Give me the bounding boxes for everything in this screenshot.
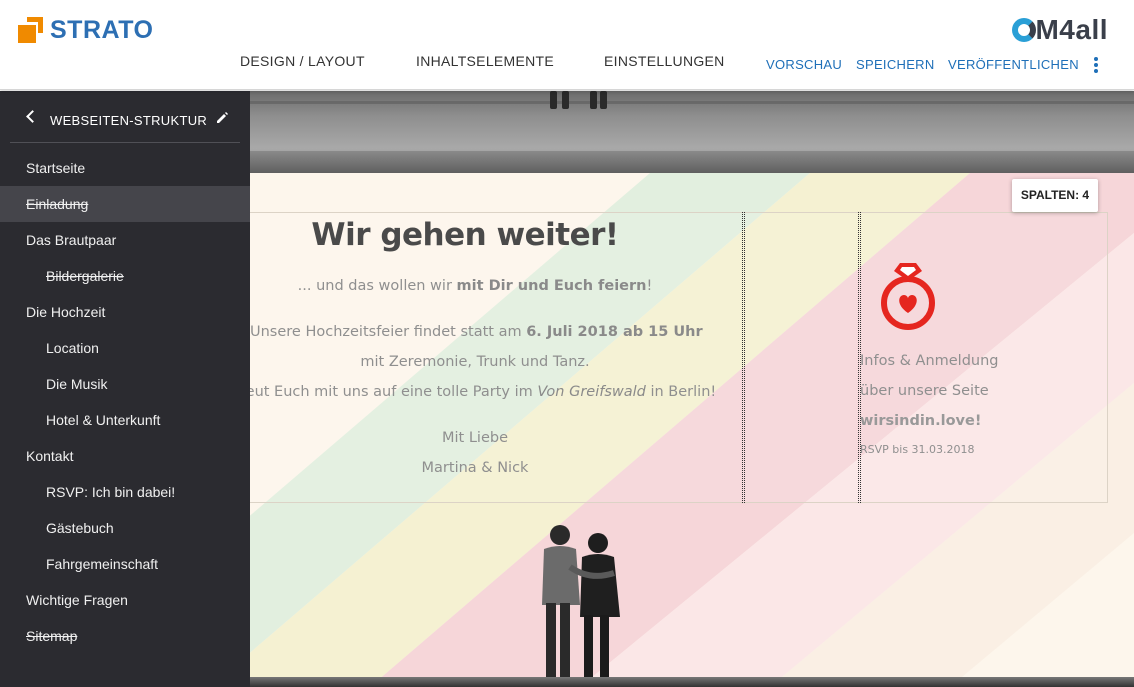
- strato-logo[interactable]: STRATO: [18, 16, 153, 45]
- info-line-2: über unsere Seite: [860, 383, 989, 399]
- sidebar-item-label: Hotel & Unterkunft: [46, 412, 161, 428]
- invitation-line-2: Unsere Hochzeitsfeier findet statt am 6.…: [250, 324, 703, 340]
- strato-mark-icon: [18, 16, 44, 45]
- sidebar-item-startseite[interactable]: Startseite: [0, 150, 250, 186]
- nav-inhaltselemente[interactable]: INHALTSELEMENTE: [416, 53, 554, 69]
- sidebar-item-label: Das Brautpaar: [26, 232, 117, 248]
- sidebar-item-einladung[interactable]: Einladung: [0, 186, 250, 222]
- sidebar-item-die-musik[interactable]: Die Musik: [0, 366, 250, 402]
- pencil-icon[interactable]: [215, 111, 229, 125]
- info-link[interactable]: wirsindin.love!: [860, 413, 981, 429]
- column-divider-2[interactable]: [858, 212, 861, 503]
- sidebar-item-label: Einladung: [26, 196, 89, 212]
- sidebar-item-label: Die Hochzeit: [26, 304, 106, 320]
- rsvp-deadline: RSVP bis 31.03.2018: [860, 443, 975, 456]
- invitation-line-4: reut Euch mit uns auf eine tolle Party i…: [250, 384, 717, 400]
- sidebar-item-kontakt[interactable]: Kontakt: [0, 438, 250, 474]
- preview-button[interactable]: VORSCHAU: [766, 57, 842, 72]
- columns-button[interactable]: SPALTEN: 4: [1012, 179, 1098, 212]
- sidebar-item-wichtige-fragen[interactable]: Wichtige Fragen: [0, 582, 250, 618]
- sidebar-item-bildergalerie[interactable]: Bildergalerie: [0, 258, 250, 294]
- sidebar-header: WEBSEITEN-STRUKTUR: [10, 91, 240, 143]
- sidebar-item-location[interactable]: Location: [0, 330, 250, 366]
- sidebar-item-label: Die Musik: [46, 376, 108, 392]
- couple-photo: [542, 525, 620, 683]
- cm4all-c-icon: [1012, 18, 1037, 42]
- sidebar-item-sitemap[interactable]: Sitemap: [0, 618, 250, 654]
- sidebar-item-label: Location: [46, 340, 99, 356]
- sidebar-item-label: Kontakt: [26, 448, 74, 464]
- sidebar-item-fahrgemeinschaft[interactable]: Fahrgemeinschaft: [0, 546, 250, 582]
- page-canvas: SPALTEN: 4 Wir gehen weiter! ... und das…: [250, 91, 1134, 687]
- sidebar-title: WEBSEITEN-STRUKTUR: [50, 113, 208, 128]
- sidebar-item-label: Bildergalerie: [46, 268, 124, 284]
- sidebar-item-label: Fahrgemeinschaft: [46, 556, 159, 572]
- sidebar-item-die-hochzeit[interactable]: Die Hochzeit: [0, 294, 250, 330]
- site-structure-sidebar: WEBSEITEN-STRUKTUR Startseite Einladung Da…: [0, 91, 250, 687]
- invitation-line-6: Martina & Nick: [421, 460, 529, 476]
- nav-einstellungen[interactable]: EINSTELLUNGEN: [604, 53, 725, 69]
- more-options-icon[interactable]: [1093, 57, 1099, 73]
- save-button[interactable]: SPEICHERN: [856, 57, 935, 72]
- sidebar-item-label: Wichtige Fragen: [26, 592, 128, 608]
- sidebar-item-label: RSVP: Ich bin dabei!: [46, 484, 176, 500]
- strato-logo-text: STRATO: [50, 16, 154, 44]
- hero-image-top: [250, 91, 1134, 173]
- invitation-line-1: ... und das wollen wir mit Dir und Euch …: [297, 278, 653, 294]
- column-divider-1[interactable]: [742, 212, 745, 503]
- ring-heart-icon: [881, 263, 935, 330]
- sidebar-item-gästebuch[interactable]: Gästebuch: [0, 510, 250, 546]
- sidebar-item-label: Startseite: [26, 160, 86, 176]
- sidebar-item-label: Sitemap: [26, 628, 78, 644]
- sidebar-item-hotel-unterkunft[interactable]: Hotel & Unterkunft: [0, 402, 250, 438]
- cm4all-logo[interactable]: M4all: [1012, 14, 1108, 46]
- page-tree: Startseite Einladung Das Brautpaar Bilderga…: [0, 150, 250, 654]
- invitation-line-5: Mit Liebe: [442, 430, 508, 446]
- cm4all-logo-text: M4all: [1035, 14, 1108, 45]
- nav-design-layout[interactable]: DESIGN / LAYOUT: [240, 53, 365, 69]
- invitation-line-3: mit Zeremonie, Trunk und Tanz.: [360, 354, 590, 370]
- invitation-headline: Wir gehen weiter!: [311, 217, 619, 253]
- ground-strip: [250, 677, 1134, 687]
- sidebar-item-das-brautpaar[interactable]: Das Brautpaar: [0, 222, 250, 258]
- top-bar: STRATO DESIGN / LAYOUT INHALTSELEMENTE E…: [0, 0, 1134, 90]
- sidebar-item-rsvp-ich-bin-dabei[interactable]: RSVP: Ich bin dabei!: [0, 474, 250, 510]
- publish-button[interactable]: VERÖFFENTLICHEN: [948, 57, 1079, 72]
- sidebar-item-label: Gästebuch: [46, 520, 114, 536]
- chevron-left-icon[interactable]: [26, 111, 36, 121]
- info-line-1: Infos & Anmeldung: [860, 353, 999, 369]
